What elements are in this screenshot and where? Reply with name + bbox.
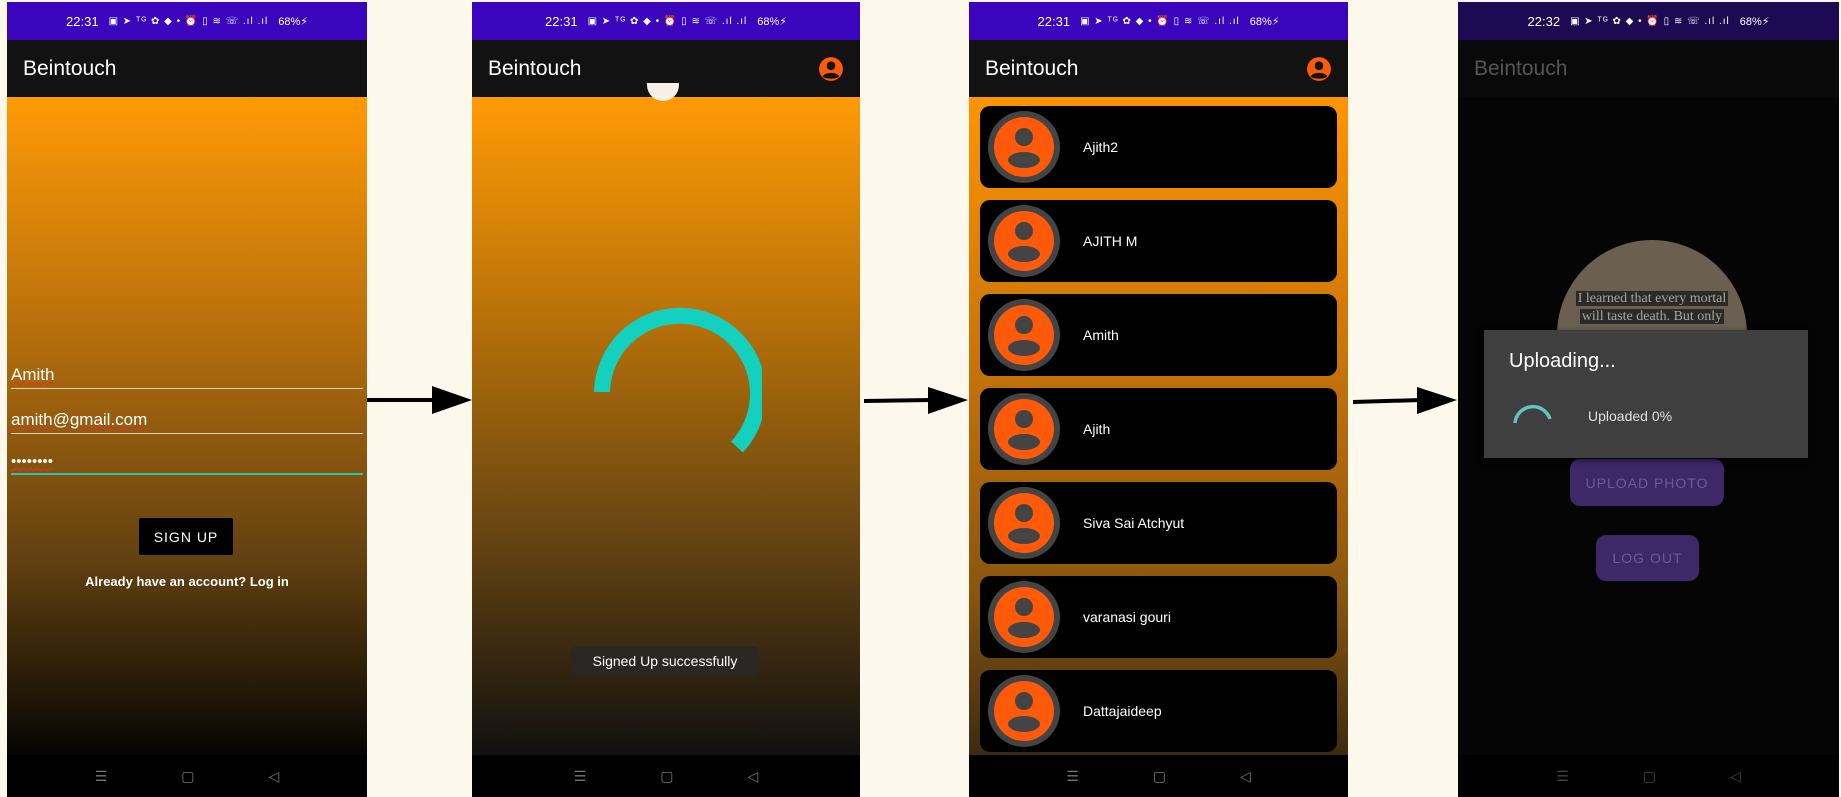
loading-screen: 22:31 ▣ ➤ ᵀᴳ ✿ ◆ • ⏰ ▯ ≋ ☏ .ıl .ıl 68%⚡ …	[472, 2, 860, 797]
user-name: AJITH M	[1083, 233, 1138, 249]
photo-text-line: will taste death. But only	[1579, 309, 1725, 324]
app-bar: Beintouch	[7, 40, 367, 97]
signup-form: Amith amith@gmail.com •••••••• SIGN UP A…	[7, 97, 367, 755]
loading-area: Signed Up successfully	[472, 83, 860, 755]
arrow-right-icon	[367, 386, 472, 414]
user-name: Ajith	[1083, 421, 1111, 437]
battery-indicator: 68%⚡	[1249, 15, 1280, 28]
battery-indicator: 68%⚡	[1739, 15, 1770, 28]
user-card[interactable]: Ajith2	[980, 106, 1337, 188]
profile-screen: 22:32 ▣ ➤ ᵀᴳ ✿ ◆ • ⏰ ▯ ≋ ☏ .ıl .ıl 68%⚡ …	[1458, 2, 1839, 797]
logout-button[interactable]: LOG OUT	[1596, 535, 1699, 581]
back-icon[interactable]: ◁	[1730, 768, 1741, 785]
name-field[interactable]: Amith	[11, 365, 363, 389]
status-time: 22:32	[1527, 13, 1561, 29]
loading-spinner	[594, 307, 762, 453]
app-bar: Beintouch	[1458, 40, 1839, 97]
user-list-screen: 22:31 ▣ ➤ ᵀᴳ ✿ ◆ • ⏰ ▯ ≋ ☏ .ıl .ıl 68%⚡ …	[969, 2, 1348, 797]
user-list: Ajith2 AJITH M Amith Ajith Siva Sai Atch…	[969, 97, 1348, 755]
avatar-icon	[988, 675, 1060, 747]
signup-button[interactable]: SIGN UP	[139, 518, 233, 555]
nav-bar: ☰ ▢ ◁	[472, 755, 860, 797]
user-name: Ajith2	[1083, 139, 1119, 155]
user-name: Amith	[1083, 327, 1119, 343]
app-bar: Beintouch	[969, 40, 1348, 97]
user-card[interactable]: Siva Sai Atchyut	[980, 482, 1337, 564]
app-title: Beintouch	[985, 56, 1079, 80]
arrow-right-icon	[1353, 387, 1457, 414]
home-icon[interactable]: ▢	[1643, 768, 1656, 785]
avatar-icon	[988, 487, 1060, 559]
photo-text-line: I learned that every mortal	[1575, 291, 1729, 306]
avatar-icon	[988, 581, 1060, 653]
back-icon[interactable]: ◁	[1240, 768, 1251, 785]
login-link[interactable]: Already have an account? Log in	[7, 574, 367, 589]
status-bar: 22:31 ▣ ➤ ᵀᴳ ✿ ◆ • ⏰ ▯ ≋ ☏ .ıl .ıl 68%⚡	[7, 2, 367, 40]
status-time: 22:31	[1037, 13, 1071, 29]
nav-bar: ☰ ▢ ◁	[969, 755, 1348, 797]
user-name: varanasi gouri	[1083, 609, 1171, 625]
nav-bar: ☰ ▢ ◁	[7, 755, 367, 797]
back-icon[interactable]: ◁	[748, 768, 759, 785]
status-time: 22:31	[66, 13, 99, 29]
battery-indicator: 68%⚡	[278, 15, 308, 28]
user-card[interactable]: varanasi gouri	[980, 576, 1337, 658]
status-bar: 22:31 ▣ ➤ ᵀᴳ ✿ ◆ • ⏰ ▯ ≋ ☏ .ıl .ıl 68%⚡	[472, 2, 860, 40]
upload-spinner	[1513, 404, 1552, 424]
app-title: Beintouch	[23, 56, 117, 80]
user-card[interactable]: Ajith	[980, 388, 1337, 470]
status-icons: ▣ ➤ ᵀᴳ ✿ ◆ • ⏰ ▯ ≋ ☏ .ıl .ıl	[587, 15, 748, 27]
pull-refresh-indicator	[647, 83, 679, 101]
status-time: 22:31	[545, 13, 578, 29]
recent-apps-icon[interactable]: ☰	[574, 768, 587, 785]
arrow-right-icon	[864, 387, 968, 414]
avatar-icon	[988, 393, 1060, 465]
profile-icon[interactable]	[1306, 56, 1332, 82]
home-icon[interactable]: ▢	[660, 768, 673, 785]
profile-icon[interactable]	[818, 56, 844, 82]
user-name: Siva Sai Atchyut	[1083, 515, 1185, 531]
recent-apps-icon[interactable]: ☰	[1066, 768, 1079, 785]
dialog-title: Uploading...	[1509, 350, 1616, 372]
name-field-value: Amith	[11, 365, 55, 384]
profile-photo-caption: I learned that every mortal will taste d…	[1557, 290, 1747, 326]
avatar-icon	[988, 111, 1060, 183]
toast-message: Signed Up successfully	[571, 646, 759, 676]
status-icons: ▣ ➤ ᵀᴳ ✿ ◆ • ⏰ ▯ ≋ ☏ .ıl .ıl	[108, 15, 269, 27]
avatar-icon	[988, 205, 1060, 277]
nav-bar: ☰ ▢ ◁	[1458, 755, 1839, 797]
recent-apps-icon[interactable]: ☰	[95, 768, 108, 785]
profile-content: I learned that every mortal will taste d…	[1458, 97, 1839, 755]
app-title: Beintouch	[1474, 56, 1568, 80]
back-icon[interactable]: ◁	[269, 768, 280, 785]
status-icons: ▣ ➤ ᵀᴳ ✿ ◆ • ⏰ ▯ ≋ ☏ .ıl .ıl	[1080, 15, 1240, 27]
signup-screen: 22:31 ▣ ➤ ᵀᴳ ✿ ◆ • ⏰ ▯ ≋ ☏ .ıl .ıl 68%⚡ …	[7, 2, 367, 797]
home-icon[interactable]: ▢	[1153, 768, 1166, 785]
dialog-message: Uploaded 0%	[1588, 408, 1673, 424]
user-name: Dattajaideep	[1083, 703, 1162, 719]
user-card[interactable]: AJITH M	[980, 200, 1337, 282]
battery-indicator: 68%⚡	[757, 15, 787, 28]
home-icon[interactable]: ▢	[181, 768, 194, 785]
status-bar: 22:32 ▣ ➤ ᵀᴳ ✿ ◆ • ⏰ ▯ ≋ ☏ .ıl .ıl 68%⚡	[1458, 2, 1839, 40]
user-card[interactable]: Dattajaideep	[980, 670, 1337, 752]
upload-dialog: Uploading... Uploaded 0%	[1484, 330, 1808, 458]
recent-apps-icon[interactable]: ☰	[1556, 768, 1569, 785]
avatar-icon	[988, 299, 1060, 371]
user-card[interactable]: Amith	[980, 294, 1337, 376]
password-field[interactable]: ••••••••	[11, 453, 363, 475]
status-bar: 22:31 ▣ ➤ ᵀᴳ ✿ ◆ • ⏰ ▯ ≋ ☏ .ıl .ıl 68%⚡	[969, 2, 1348, 40]
email-field[interactable]: amith@gmail.com	[11, 410, 363, 434]
email-field-value: amith@gmail.com	[11, 410, 148, 429]
status-icons: ▣ ➤ ᵀᴳ ✿ ◆ • ⏰ ▯ ≋ ☏ .ıl .ıl	[1570, 15, 1730, 27]
password-field-value: ••••••••	[11, 453, 54, 470]
upload-photo-button[interactable]: UPLOAD PHOTO	[1570, 459, 1724, 506]
app-title: Beintouch	[488, 56, 582, 80]
